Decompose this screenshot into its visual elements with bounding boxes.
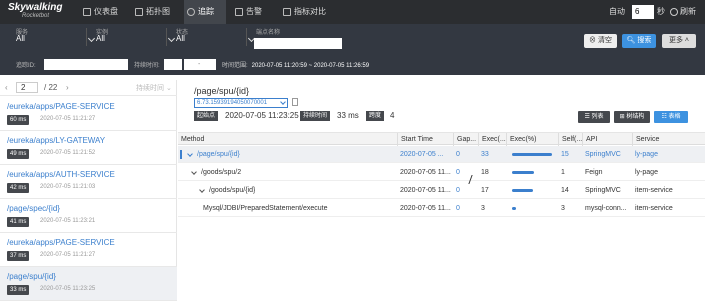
selected-marker xyxy=(180,150,182,159)
duration-max-input[interactable]: - xyxy=(184,59,216,70)
page-total: / 22 xyxy=(44,83,58,92)
span-row[interactable]: Mysql/JDBI/PreparedStatement/execute 202… xyxy=(178,200,705,217)
trace-icon xyxy=(187,8,195,16)
page-number-input[interactable]: 2 xyxy=(16,82,38,93)
search-button[interactable]: 🔍︎ 搜索 xyxy=(622,34,656,48)
depth-tag: 跨度 xyxy=(366,111,385,121)
duration-label: 持续时间: xyxy=(134,63,160,69)
trace-list-item[interactable]: /eureka/apps/PAGE-SERVICE 37 ms 2020-07-… xyxy=(0,233,177,267)
endpoint-name-input[interactable] xyxy=(254,38,342,49)
span-row[interactable]: /page/spu/{id} 2020-07-05 ... 0 33 15 Sp… xyxy=(178,146,705,163)
divider xyxy=(86,28,87,46)
trace-list-item[interactable]: /eureka/apps/AUTH-SERVICE 42 ms 2020-07-… xyxy=(0,165,177,199)
column-header[interactable]: Gap... xyxy=(453,133,478,146)
compare-icon xyxy=(283,8,291,16)
exec-percent-bar xyxy=(512,171,534,174)
table-view-button[interactable]: ☷ 表格 xyxy=(654,111,688,123)
status-select[interactable]: 状态 All xyxy=(176,27,256,44)
auto-refresh-toggle[interactable]: 自动 xyxy=(609,5,625,19)
column-header[interactable]: Service xyxy=(632,133,705,146)
nav-trace[interactable]: 追踪 xyxy=(184,0,226,24)
prev-page-icon[interactable]: ‹ xyxy=(5,83,8,92)
sort-select[interactable]: 持续时间 ⌄ xyxy=(136,83,172,93)
trace-id-label: 追踪ID: xyxy=(16,63,36,69)
app-logo: Skywalking Rocketbot xyxy=(8,2,62,20)
nav-alarm[interactable]: 告警 xyxy=(232,0,274,24)
pagination: ‹ 2 / 22 › 持续时间 ⌄ xyxy=(0,80,177,96)
trace-list-panel: ‹ 2 / 22 › 持续时间 ⌄ /eureka/apps/PAGE-SERV… xyxy=(0,80,177,301)
seconds-unit: 秒 xyxy=(657,7,665,16)
endpoint-filter: 端点名称 xyxy=(256,30,281,36)
nav-dashboard[interactable]: 仪表盘 xyxy=(80,0,130,24)
app-subname: Rocketbot xyxy=(22,13,50,19)
start-tag: 起始点 xyxy=(194,111,219,121)
chevron-down-icon xyxy=(280,99,286,105)
duration-value: 33 ms xyxy=(337,111,359,120)
duration-min-input[interactable] xyxy=(164,59,182,70)
column-header[interactable]: Exec(%) xyxy=(506,133,558,146)
more-button[interactable]: 更多 ˄ xyxy=(662,34,696,48)
trace-list-item[interactable]: /eureka/apps/LY-GATEWAY 49 ms 2020-07-05… xyxy=(0,131,177,165)
service-select[interactable]: 服务 All xyxy=(16,27,96,44)
exec-percent-bar xyxy=(512,207,516,210)
top-nav-bar: Skywalking Rocketbot 仪表盘 拓扑图 追踪 告警 指标对比 … xyxy=(0,0,705,24)
clear-button[interactable]: ⊗ 清空 xyxy=(584,34,617,48)
trace-title: /page/spu/{id} xyxy=(194,86,250,96)
exec-percent-bar xyxy=(512,153,552,156)
time-range[interactable]: 时间范围: 2020-07-05 11:20:59 ~ 2020-07-05 11… xyxy=(222,60,369,69)
nav-topology[interactable]: 拓扑图 xyxy=(132,0,182,24)
chevron-down-icon[interactable] xyxy=(187,151,193,157)
instance-select[interactable]: 实例 All xyxy=(96,27,176,44)
exec-percent-bar xyxy=(512,189,533,192)
duration-tag: 持续时间 xyxy=(300,111,331,121)
span-row[interactable]: /goods/spu/2 2020-07-05 11... 0 18 1 Fei… xyxy=(178,164,705,181)
app-name: Skywalking xyxy=(8,2,63,13)
chevron-down-icon[interactable] xyxy=(199,187,205,193)
nav-metrics-compare[interactable]: 指标对比 xyxy=(280,0,346,24)
reload-button[interactable]: 刷新 xyxy=(670,5,696,19)
column-header[interactable]: Exec(... xyxy=(478,133,506,146)
next-page-icon[interactable]: › xyxy=(66,83,69,92)
alarm-icon xyxy=(235,8,243,16)
trace-list-item[interactable]: /eureka/apps/PAGE-SERVICE 60 ms 2020-07-… xyxy=(0,97,177,131)
copy-icon[interactable] xyxy=(292,98,298,106)
depth-value: 4 xyxy=(390,111,395,120)
start-value: 2020-07-05 11:23:25 xyxy=(225,111,299,120)
filter-bar: 服务 All 实例 All 状态 All 端点名称 ⊗ 清空 🔍︎ 搜索 更多 … xyxy=(0,24,705,75)
topology-icon xyxy=(135,8,143,16)
trace-id-select[interactable]: 6.73.15939194050070001 xyxy=(194,98,288,108)
column-header[interactable]: Self(... xyxy=(558,133,582,146)
column-header[interactable]: Start Time xyxy=(397,133,453,146)
trace-detail-panel: /page/spu/{id} 6.73.15939194050070001 起始… xyxy=(178,80,705,301)
chevron-down-icon[interactable] xyxy=(191,169,197,175)
trace-id-input[interactable] xyxy=(44,59,128,70)
divider xyxy=(246,28,247,46)
trace-list-item-selected[interactable]: /page/spu/{id} 33 ms 2020-07-05 11:23:25 xyxy=(0,267,177,301)
divider xyxy=(166,28,167,46)
trace-list-item[interactable]: /page/spec/{id} 41 ms 2020-07-05 11:23:2… xyxy=(0,199,177,233)
span-row[interactable]: /goods/spu/{id} 2020-07-05 11... 0 17 14… xyxy=(178,182,705,199)
dashboard-icon xyxy=(83,8,91,16)
list-view-button[interactable]: ☰ 列表 xyxy=(578,111,610,123)
tree-view-button[interactable]: ⊞ 树结构 xyxy=(614,111,650,123)
span-table-header: Method Start Time Gap... Exec(... Exec(%… xyxy=(178,132,705,146)
column-header[interactable]: API xyxy=(582,133,632,146)
column-header[interactable]: Method xyxy=(178,133,397,146)
refresh-seconds-input[interactable]: 6 xyxy=(632,5,654,19)
